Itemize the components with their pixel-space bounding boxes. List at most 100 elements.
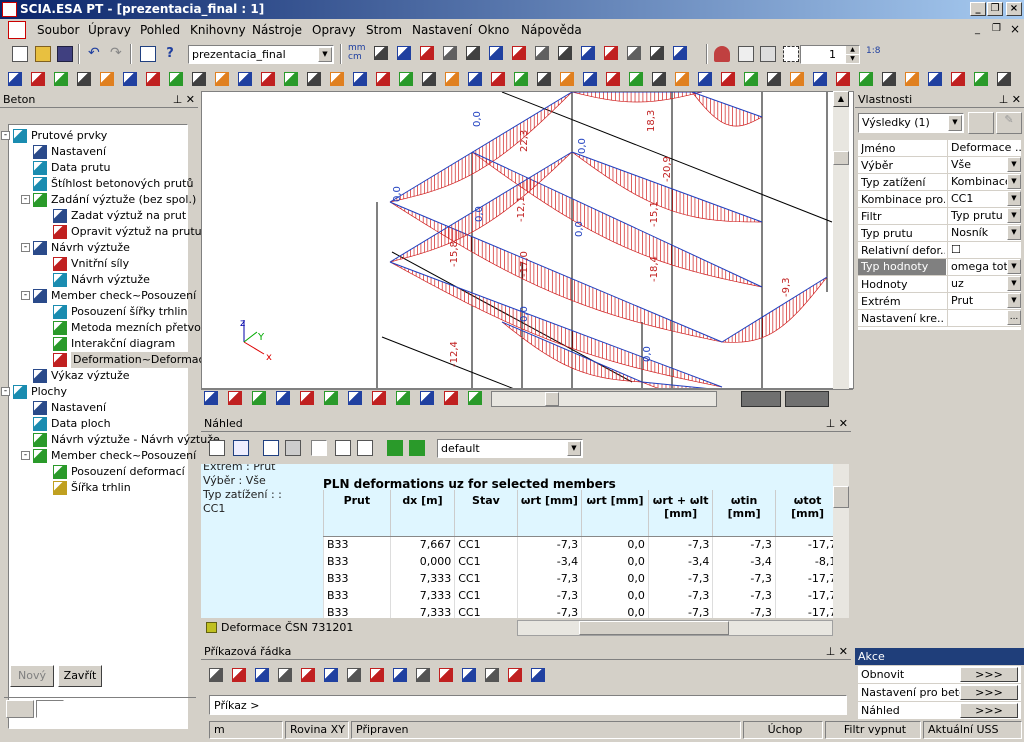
- toolbar-tool-icon[interactable]: [675, 72, 689, 86]
- chevron-down-icon[interactable]: ▼: [948, 115, 962, 131]
- tree-item[interactable]: Data ploch: [33, 416, 213, 432]
- grid-icon[interactable]: [760, 46, 776, 62]
- menu-upravy[interactable]: Úpravy: [88, 23, 131, 37]
- tree-item[interactable]: Návrh výztuže - Návrh výztuže: [33, 432, 220, 448]
- toolbar-tool-icon[interactable]: [420, 46, 434, 60]
- menu-soubor[interactable]: Soubor: [37, 23, 79, 37]
- layout-split-icon[interactable]: [335, 440, 351, 456]
- close-button[interactable]: ×: [1006, 2, 1022, 16]
- tree-item[interactable]: Výkaz výztuže: [33, 368, 213, 384]
- toolbar-tool-icon[interactable]: [123, 72, 137, 86]
- toolbar-tool-icon[interactable]: [581, 46, 595, 60]
- toolbar-tool-icon[interactable]: [531, 668, 545, 682]
- pin-close-icons[interactable]: ⊥ ✕: [826, 415, 848, 432]
- toolbar-tool-icon[interactable]: [324, 391, 338, 405]
- page-icon[interactable]: [357, 440, 373, 456]
- viewport-vscroll[interactable]: ▲: [833, 91, 849, 389]
- status-ucs[interactable]: Aktuální USS: [923, 721, 1022, 739]
- help-icon[interactable]: ?: [162, 46, 178, 62]
- toolbar-tool-icon[interactable]: [790, 72, 804, 86]
- chevron-down-icon[interactable]: ▼: [1007, 293, 1021, 308]
- toolbar-tool-icon[interactable]: [215, 72, 229, 86]
- toolbar-tool-icon[interactable]: [372, 391, 386, 405]
- toolbar-tool-icon[interactable]: [397, 46, 411, 60]
- tree-expand-icon[interactable]: -: [1, 131, 10, 140]
- toolbar-tool-icon[interactable]: [489, 46, 503, 60]
- menu-strom[interactable]: Strom: [366, 23, 402, 37]
- toolbar-tool-icon[interactable]: [204, 391, 218, 405]
- toolbar-tool-icon[interactable]: [8, 72, 22, 86]
- toolbar-tool-icon[interactable]: [439, 668, 453, 682]
- export-icon[interactable]: [263, 440, 279, 456]
- print-icon[interactable]: [285, 440, 301, 456]
- house-icon[interactable]: [714, 46, 730, 62]
- toolbar-tool-icon[interactable]: [468, 72, 482, 86]
- toolbar-tool-icon[interactable]: [485, 668, 499, 682]
- toolbar-tool-icon[interactable]: [192, 72, 206, 86]
- toolbar-tool-icon[interactable]: [209, 668, 223, 682]
- toolbar-tool-icon[interactable]: [330, 72, 344, 86]
- tree-item[interactable]: Posouzení deformací: [53, 464, 213, 480]
- property-row[interactable]: Jméno Deformace ...: [858, 140, 1021, 157]
- ellipsis-button[interactable]: ...: [1007, 310, 1021, 325]
- style-select[interactable]: default ▼: [437, 439, 583, 458]
- property-row[interactable]: Extrém Prut ▼: [858, 293, 1021, 310]
- update-icon[interactable]: [409, 440, 425, 456]
- toolbar-tool-icon[interactable]: [767, 72, 781, 86]
- open-icon[interactable]: [35, 46, 51, 62]
- toolbar-tool-icon[interactable]: [905, 72, 919, 86]
- toolbar-tool-icon[interactable]: [100, 72, 114, 86]
- tree-item[interactable]: Deformation~Deformace: [53, 352, 214, 368]
- doc-minimize-button[interactable]: _: [975, 24, 980, 35]
- toolbar-tool-icon[interactable]: [583, 72, 597, 86]
- document-icon[interactable]: [233, 440, 249, 456]
- toolbar-tool-icon[interactable]: [997, 72, 1011, 86]
- tree-item[interactable]: Zadat výztuž na prut: [53, 208, 213, 224]
- action-button[interactable]: >>>: [960, 667, 1018, 682]
- toolbar-tool-icon[interactable]: [252, 391, 266, 405]
- toolbar-tool-icon[interactable]: [444, 391, 458, 405]
- hscroll-thumb[interactable]: [545, 392, 559, 406]
- toolbar-tool-icon[interactable]: [370, 668, 384, 682]
- menu-pohled[interactable]: Pohled: [140, 23, 180, 37]
- command-input[interactable]: Příkaz >: [209, 695, 847, 715]
- menu-napoveda[interactable]: Nápověda: [521, 23, 582, 37]
- properties-icon[interactable]: [140, 46, 156, 62]
- spin-input[interactable]: 1 ▲ ▼: [800, 45, 860, 64]
- tree-item[interactable]: Opravit výztuž na prutu: [53, 224, 213, 240]
- report-vscroll[interactable]: [833, 464, 849, 618]
- tree-item[interactable]: Nastavení: [33, 144, 213, 160]
- toolbar-tool-icon[interactable]: [627, 46, 641, 60]
- filter-icon[interactable]: [968, 112, 994, 134]
- close-panel-button[interactable]: Zavřít: [58, 665, 102, 687]
- toolbar-tool-icon[interactable]: [698, 72, 712, 86]
- save-icon[interactable]: [57, 46, 73, 62]
- doc-restore-button[interactable]: ❐: [992, 23, 1001, 34]
- chevron-down-icon[interactable]: ▼: [1007, 157, 1021, 172]
- toolbar-tool-icon[interactable]: [278, 668, 292, 682]
- property-row[interactable]: Nastavení kre......: [858, 310, 1021, 327]
- toolbar-tool-icon[interactable]: [466, 46, 480, 60]
- vscroll-thumb[interactable]: [833, 151, 849, 165]
- toolbar-tool-icon[interactable]: [859, 72, 873, 86]
- tree-item[interactable]: Posouzení šířky trhlin: [53, 304, 213, 320]
- tree-item[interactable]: - Zadání výztuže (bez spol.): [21, 192, 213, 208]
- pencil-icon[interactable]: ✎: [996, 112, 1022, 134]
- toolbar-tool-icon[interactable]: [443, 46, 457, 60]
- toolbar-tool-icon[interactable]: [324, 668, 338, 682]
- toolbar-tool-icon[interactable]: [560, 72, 574, 86]
- tree-expand-icon[interactable]: -: [21, 243, 30, 252]
- toolbar-tool-icon[interactable]: [301, 668, 315, 682]
- project-select[interactable]: prezentacia_final ▼: [188, 45, 334, 64]
- toolbar-tool-icon[interactable]: [512, 46, 526, 60]
- zoom-window-icon[interactable]: [738, 46, 754, 62]
- chevron-down-icon[interactable]: ▼: [1007, 208, 1021, 223]
- tree-item[interactable]: - Member check~Posouzení: [21, 288, 213, 304]
- tree-expand-icon[interactable]: -: [21, 291, 30, 300]
- menu-nastroje[interactable]: Nástroje: [252, 23, 302, 37]
- toolbar-tool-icon[interactable]: [348, 391, 362, 405]
- property-row[interactable]: Typ zatížení Kombinace ▼: [858, 174, 1021, 191]
- toolbar-tool-icon[interactable]: [652, 72, 666, 86]
- toolbar-tool-icon[interactable]: [399, 72, 413, 86]
- toolbar-tool-icon[interactable]: [396, 391, 410, 405]
